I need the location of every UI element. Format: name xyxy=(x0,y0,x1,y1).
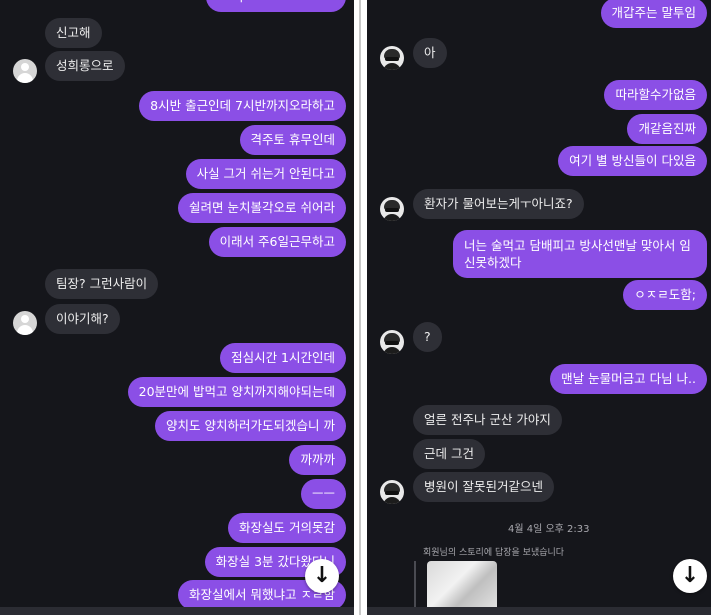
message-received: 팀장? 그런사람이 xyxy=(45,269,159,299)
story-reply-note: 회원님의 스토리에 답장을 보냈습니다 xyxy=(423,548,565,558)
message-sent: 따라할수가없음 xyxy=(604,80,707,110)
message-sent: 맨날 눈물머금고 다님 나.. xyxy=(550,364,707,394)
contact-avatar[interactable] xyxy=(13,311,37,335)
message-sent: 양치도 양치하러가도되겠습니 까 xyxy=(155,411,346,441)
message-sent: 격주토 휴무인데 xyxy=(239,125,346,155)
message-sent: 8시반 출근인데 7시반까지오라하고 xyxy=(139,91,346,121)
message-sent: 까까까 xyxy=(289,445,346,475)
message-received: 병원이 잘못된거같으넨 xyxy=(413,472,554,502)
message-timestamp: 4월 4일 오후 2:33 xyxy=(508,524,590,535)
composer-bar[interactable] xyxy=(367,607,711,615)
panel-divider xyxy=(356,0,365,615)
message-sent: 20분만에 밥먹고 양치까지해야되는데 xyxy=(127,377,346,407)
contact-avatar[interactable] xyxy=(380,480,404,504)
message-sent: 이래서 주6일근무하고 xyxy=(208,227,346,257)
message-sent: ㅇㅈㄹ도함; xyxy=(623,280,707,310)
message-sent: 여기 별 방신들이 다있음 xyxy=(558,146,707,176)
scroll-down-button[interactable]: ↓ xyxy=(673,559,707,593)
message-received: 신고해 xyxy=(45,18,102,48)
message-received: 아 xyxy=(413,38,447,68)
message-received: 얼른 전주나 군산 가야지 xyxy=(413,405,562,435)
message-sent: 점심시간 1시간인데 xyxy=(220,343,346,373)
contact-avatar[interactable] xyxy=(13,59,37,83)
message-received: 이야기해? xyxy=(45,304,120,334)
message-sent: ㅡㅡ xyxy=(300,479,346,509)
message-received: 성희롱으로 xyxy=(45,51,125,81)
chat-panel-left: ㅊ 하 신고해 성희롱으로 8시반 출근인데 7시반까지오라하고 격주토 휴무인… xyxy=(0,0,354,615)
arrow-down-icon: ↓ xyxy=(312,563,332,588)
contact-avatar[interactable] xyxy=(380,330,404,354)
contact-avatar[interactable] xyxy=(380,46,404,70)
contact-avatar[interactable] xyxy=(380,197,404,221)
composer-bar[interactable] xyxy=(0,607,354,615)
message-sent: 화장실도 거의못감 xyxy=(228,513,346,543)
arrow-down-icon: ↓ xyxy=(680,563,700,588)
chat-panel-right: 개갑주는 말투임 아 따라할수가없음 개같음진짜 여기 별 방신들이 다있음 환… xyxy=(367,0,711,615)
message-sent: 개갑주는 말투임 xyxy=(600,0,707,28)
message-sent: 사실 그거 쉬는거 안된다고 xyxy=(185,159,346,189)
message-received: ? xyxy=(413,322,442,352)
message-sent: 너는 술먹고 담배피고 방사선맨날 맞아서 임신못하겠다 xyxy=(453,230,707,278)
scroll-down-button[interactable]: ↓ xyxy=(305,559,339,593)
message-sent: 쉴려면 눈치볼각오로 쉬어라 xyxy=(178,193,346,223)
message-received: 근데 그건 xyxy=(413,439,485,469)
message-sent: 개같음진짜 xyxy=(627,114,707,144)
message-received: 환자가 물어보는게ㅜ아니죠? xyxy=(413,189,584,219)
message-sent: ㅊ 하 xyxy=(206,0,346,12)
